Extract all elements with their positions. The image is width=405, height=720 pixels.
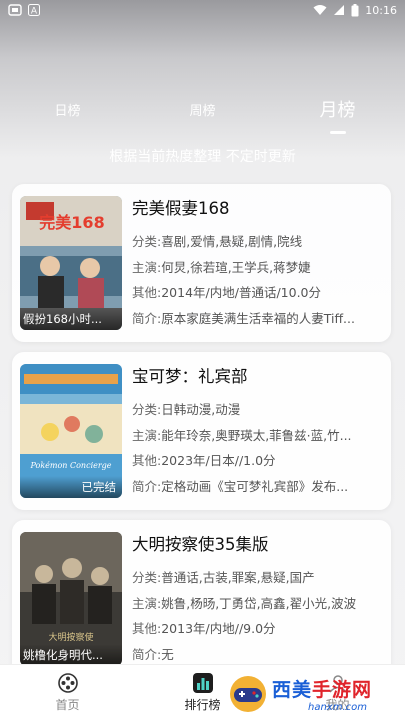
movie-cast: 主演:何炅,徐若瑄,王学兵,蒋梦婕 [132,255,384,281]
movie-card[interactable]: Pokémon Concierge 已完结 宝可梦：礼宾部 分类:日韩动漫,动漫… [12,352,391,510]
movie-card[interactable]: 大明按察使 姚橹化身明代... 大明按察使35集版 分类:普通话,古装,罪案,悬… [12,520,391,664]
a-badge-icon: A [28,4,40,16]
summary-value: 无 [161,646,174,662]
movie-other: 其他:2014年/内地/普通话/10.0分 [132,280,384,306]
other-key: 其他: [132,621,162,636]
battery-icon [351,3,359,16]
tab-daily[interactable]: 日榜 [18,100,118,119]
poster-caption: 已完结 [20,476,122,498]
status-right: 10:16 [313,3,397,17]
cast-value: 能年玲奈,奥野瑛太,菲鲁兹·蓝,竹... [161,427,352,443]
film-reel-icon [57,673,78,693]
movie-info: 完美假妻168 分类:喜剧,爱情,悬疑,剧情,院线 主演:何炅,徐若瑄,王学兵,… [132,198,384,331]
movie-info: 大明按察使35集版 分类:普通话,古装,罪案,悬疑,国产 主演:姚鲁,杨旸,丁勇… [132,534,384,664]
summary-value: 原本家庭美满生活幸福的人妻Tiff... [161,310,355,326]
signal-icon [334,5,345,15]
cast-key: 主演: [132,427,162,443]
ranking-chart-icon [192,673,213,693]
other-value: 2014年/内地/普通话/10.0分 [161,285,321,300]
summary-key: 简介: [132,478,162,494]
status-bar: A 10:16 [0,0,405,20]
movie-category: 分类:喜剧,爱情,悬疑,剧情,院线 [132,229,384,255]
movie-category: 分类:普通话,古装,罪案,悬疑,国产 [132,565,384,591]
watermark-title: 西美手游网 [272,675,372,702]
poster-caption: 姚橹化身明代... [20,644,122,664]
movie-title[interactable]: 大明按察使35集版 [132,534,384,556]
other-value: 2023年/日本//1.0分 [161,453,276,468]
poster-title: 大明按察使 [48,631,93,643]
poster-title: Pokémon Concierge [29,461,111,470]
svg-text:A: A [31,7,38,17]
movie-category: 分类:日韩动漫,动漫 [132,397,384,423]
watermark-text: 西美手游网 hanxm.com [272,675,372,713]
app-notification-icon [8,4,22,16]
ranking-list[interactable]: 完美168 假扮168小时... 完美假妻168 分类:喜剧,爱情,悬疑,剧情,… [0,182,405,664]
movie-cast: 主演:能年玲奈,奥野瑛太,菲鲁兹·蓝,竹... [132,423,384,449]
category-key: 分类: [132,570,162,585]
movie-other: 其他:2013年/内地//9.0分 [132,616,384,642]
movie-poster[interactable]: 大明按察使 姚橹化身明代... [20,532,122,664]
movie-summary: 简介:原本家庭美满生活幸福的人妻Tiff... [132,306,384,332]
category-key: 分类: [132,234,162,249]
tab-weekly[interactable]: 周榜 [153,100,253,119]
category-value: 普通话,古装,罪案,悬疑,国产 [161,570,315,585]
watermark-url: hanxm.com [308,702,367,713]
category-value: 喜剧,爱情,悬疑,剧情,院线 [161,234,303,249]
other-key: 其他: [132,285,162,300]
category-value: 日韩动漫,动漫 [161,402,241,417]
category-key: 分类: [132,402,162,417]
summary-value: 定格动画《宝可梦礼宾部》发布... [161,478,349,494]
status-left: A [8,4,40,16]
movie-summary: 简介:定格动画《宝可梦礼宾部》发布... [132,474,384,500]
summary-key: 简介: [132,646,162,662]
movie-summary: 简介:无 [132,642,384,665]
movie-card[interactable]: 完美168 假扮168小时... 完美假妻168 分类:喜剧,爱情,悬疑,剧情,… [12,184,391,342]
movie-cast: 主演:姚鲁,杨旸,丁勇岱,高鑫,翟小光,波波 [132,591,384,617]
summary-key: 简介: [132,310,162,326]
cast-value: 何炅,徐若瑄,王学兵,蒋梦婕 [161,259,311,275]
other-value: 2013年/内地//9.0分 [161,621,276,636]
status-time: 10:16 [365,3,397,17]
ranking-tabs: 日榜 周榜 月榜 [0,94,405,124]
movie-poster[interactable]: 完美168 假扮168小时... [20,196,122,330]
tab-monthly[interactable]: 月榜 [288,96,388,122]
gamepad-logo-icon [230,676,266,712]
movie-other: 其他:2023年/日本//1.0分 [132,448,384,474]
poster-title: 完美168 [39,213,104,232]
nav-home-label: 首页 [55,698,80,712]
nav-ranking-label: 排行榜 [184,698,221,712]
other-key: 其他: [132,453,162,468]
poster-caption: 假扮168小时... [20,308,122,330]
movie-title[interactable]: 宝可梦：礼宾部 [132,366,384,388]
cast-key: 主演: [132,595,162,611]
cast-key: 主演: [132,259,162,275]
movie-poster[interactable]: Pokémon Concierge 已完结 [20,364,122,498]
cast-value: 姚鲁,杨旸,丁勇岱,高鑫,翟小光,波波 [161,595,357,611]
watermark-title-a: 西美 [272,679,313,701]
movie-title[interactable]: 完美假妻168 [132,198,384,220]
site-watermark: 西美手游网 hanxm.com [228,670,405,718]
movie-info: 宝可梦：礼宾部 分类:日韩动漫,动漫 主演:能年玲奈,奥野瑛太,菲鲁兹·蓝,竹.… [132,366,384,499]
ranking-subtitle: 根据当前热度整理 不定时更新 [109,149,296,165]
nav-home[interactable]: 首页 [0,665,135,720]
watermark-title-b: 手游网 [312,679,373,701]
wifi-icon [313,5,327,15]
